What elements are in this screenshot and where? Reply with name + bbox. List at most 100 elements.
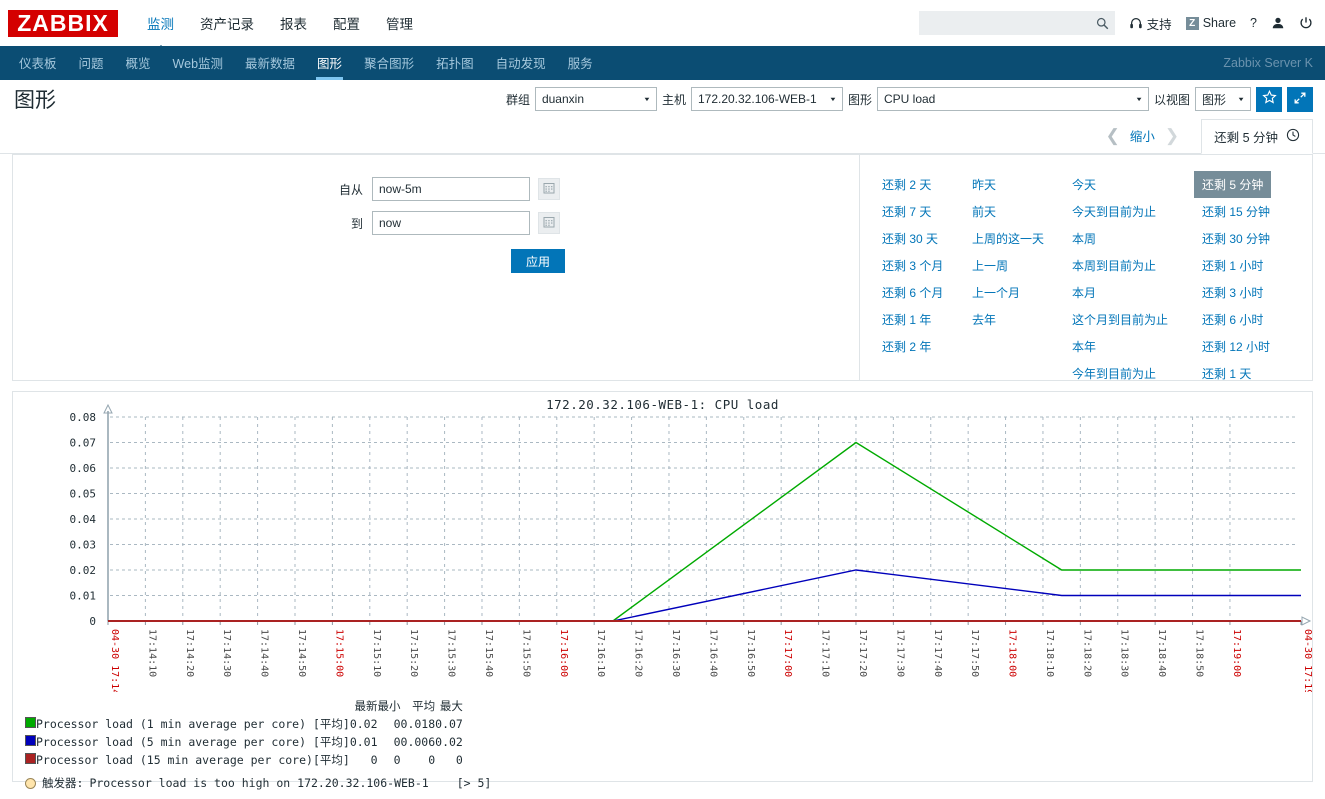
quick-range-last-2-days[interactable]: 还剩 2 天 <box>882 171 972 198</box>
from-label: 自从 <box>338 182 363 197</box>
quick-range-this-month[interactable]: 本月 <box>1072 279 1202 306</box>
subnav-item-services[interactable]: 服务 <box>557 44 604 82</box>
series-color-swatch <box>25 735 36 746</box>
quick-range-last-1-year[interactable]: 还剩 1 年 <box>882 306 972 333</box>
quick-range-column-3: 今天 今天到目前为止 本周 本周到目前为止 本月 这个月到目前为止 本年 今年到… <box>1072 171 1202 381</box>
svg-text:17:14:20: 17:14:20 <box>184 629 195 677</box>
quick-range-this-year[interactable]: 本年 <box>1072 333 1202 360</box>
quick-range-last-5-minutes[interactable]: 还剩 5 分钟 <box>1194 171 1272 198</box>
quick-range-this-day-last-week[interactable]: 上周的这一天 <box>972 225 1072 252</box>
quick-range-this-year-so-far[interactable]: 今年到目前为止 <box>1072 360 1202 387</box>
time-prev-button[interactable]: ❮ <box>1096 126 1130 146</box>
top-header: ZABBIX 监测 资产记录 报表 配置 管理 支持 Z Share ? <box>0 0 1325 53</box>
quick-range-last-12-hours[interactable]: 还剩 12 小时 <box>1202 333 1312 360</box>
host-select-label: 主机 <box>661 92 686 107</box>
chart-title: 172.20.32.106-WEB-1: CPU load <box>546 397 779 412</box>
svg-text:17:14:50: 17:14:50 <box>296 629 307 677</box>
view-as-select[interactable]: 图形 <box>1195 87 1251 111</box>
svg-text:17:18:00: 17:18:00 <box>1007 629 1018 677</box>
host-select[interactable]: 172.20.32.106-WEB-1 <box>690 87 843 111</box>
search-box[interactable] <box>918 11 1115 35</box>
time-next-button[interactable]: ❯ <box>1155 126 1189 146</box>
view-as-label: 以视图 <box>1153 92 1190 107</box>
from-calendar-button[interactable] <box>538 178 560 200</box>
time-range-tab[interactable]: 还剩 5 分钟 <box>1201 119 1313 154</box>
quick-range-this-month-so-far[interactable]: 这个月到目前为止 <box>1072 306 1202 333</box>
quick-range-day-before-yesterday[interactable]: 前天 <box>972 198 1072 225</box>
quick-range-last-7-days[interactable]: 还剩 7 天 <box>882 198 972 225</box>
main-nav-administration[interactable]: 管理 <box>373 7 426 39</box>
time-filter-form: 自从 到 应用 <box>13 155 859 380</box>
share-link[interactable]: Z Share <box>1185 16 1236 30</box>
zabbix-logo[interactable]: ZABBIX <box>8 9 118 37</box>
to-input[interactable] <box>372 211 530 235</box>
fullscreen-button[interactable] <box>1287 86 1313 112</box>
legend-series-name: Processor load (1 min average per core) <box>36 717 307 731</box>
quick-range-yesterday[interactable]: 昨天 <box>972 171 1072 198</box>
quick-range-last-6-months[interactable]: 还剩 6 个月 <box>882 279 972 306</box>
quick-range-column-1: 还剩 2 天 还剩 7 天 还剩 30 天 还剩 3 个月 还剩 6 个月 还剩… <box>882 171 972 380</box>
subnav-item-screens[interactable]: 聚合图形 <box>353 44 425 82</box>
quick-range-this-week[interactable]: 本周 <box>1072 225 1202 252</box>
quick-range-previous-week[interactable]: 上一周 <box>972 252 1072 279</box>
legend-series-min: 0 <box>393 717 401 731</box>
series-color-swatch <box>25 753 36 764</box>
legend-series-name: Processor load (15 min average per core) <box>36 753 313 767</box>
graph-select[interactable]: CPU load <box>876 87 1149 111</box>
quick-range-previous-year[interactable]: 去年 <box>972 306 1072 333</box>
subnav-item-problems[interactable]: 问题 <box>68 44 115 82</box>
quick-range-last-6-hours[interactable]: 还剩 6 小时 <box>1202 306 1312 333</box>
legend-col-agg <box>313 697 350 715</box>
svg-text:17:18:50: 17:18:50 <box>1194 629 1205 677</box>
quick-range-last-30-minutes[interactable]: 还剩 30 分钟 <box>1202 225 1312 252</box>
search-icon[interactable] <box>1096 17 1109 30</box>
main-nav-inventory[interactable]: 资产记录 <box>187 7 267 39</box>
quick-range-this-week-so-far[interactable]: 本周到目前为止 <box>1072 252 1202 279</box>
search-input[interactable] <box>926 15 1096 31</box>
server-name-label: Zabbix Server K <box>1223 56 1313 70</box>
subnav-item-overview[interactable]: 概览 <box>115 44 162 82</box>
trigger-dot-icon <box>25 777 36 789</box>
add-favorite-button[interactable] <box>1256 86 1282 112</box>
legend-series-avg: 0.006 <box>400 735 436 749</box>
quick-range-today-so-far[interactable]: 今天到目前为止 <box>1072 198 1202 225</box>
support-link[interactable]: 支持 <box>1129 14 1172 33</box>
quick-range-today[interactable]: 今天 <box>1072 171 1202 198</box>
main-nav-monitoring[interactable]: 监测 <box>134 7 187 53</box>
to-calendar-button[interactable] <box>538 212 560 234</box>
legend-series-agg: [平均] <box>312 717 350 731</box>
quick-range-last-3-months[interactable]: 还剩 3 个月 <box>882 252 972 279</box>
subnav-item-discovery[interactable]: 自动发现 <box>485 44 557 82</box>
subnav-item-latest-data[interactable]: 最新数据 <box>234 44 306 82</box>
help-link[interactable]: ? <box>1250 16 1257 30</box>
apply-button[interactable]: 应用 <box>510 249 565 273</box>
subnav-item-web[interactable]: Web监测 <box>162 44 234 82</box>
quick-range-last-15-minutes[interactable]: 还剩 15 分钟 <box>1202 198 1312 225</box>
subnav-item-maps[interactable]: 拓扑图 <box>425 44 485 82</box>
cpu-load-line-chart[interactable]: 0 0.01 0.02 0.03 0.04 0.05 0.06 0.07 0.08 04-30 1… <box>13 392 1312 692</box>
subnav-item-dashboard[interactable]: 仪表板 <box>8 44 68 82</box>
quick-range-last-1-day[interactable]: 还剩 1 天 <box>1202 360 1312 387</box>
series-color-swatch <box>25 717 36 728</box>
headset-icon <box>1129 16 1143 30</box>
main-nav-reports[interactable]: 报表 <box>267 7 320 39</box>
subnav-item-graphs[interactable]: 图形 <box>306 44 353 82</box>
star-icon <box>1261 89 1277 108</box>
svg-text:0: 0 <box>89 615 96 628</box>
legend-series-max: 0 <box>455 753 463 767</box>
sign-out-icon[interactable] <box>1299 16 1313 30</box>
legend-col-max: 最大 <box>439 699 463 713</box>
main-nav-configuration[interactable]: 配置 <box>320 7 373 39</box>
quick-range-last-1-hour[interactable]: 还剩 1 小时 <box>1202 252 1312 279</box>
from-input[interactable] <box>372 177 530 201</box>
zoom-out-button[interactable]: 缩小 <box>1130 126 1155 145</box>
legend-row: Processor load (1 min average per core) … <box>25 715 463 733</box>
quick-range-last-30-days[interactable]: 还剩 30 天 <box>882 225 972 252</box>
quick-range-previous-month[interactable]: 上一个月 <box>972 279 1072 306</box>
user-profile-icon[interactable] <box>1271 16 1285 30</box>
quick-range-last-3-hours[interactable]: 还剩 3 小时 <box>1202 279 1312 306</box>
chart-area[interactable]: 172.20.32.106-WEB-1: CPU load 0 0.01 0.02 0… <box>13 392 1313 692</box>
quick-range-last-2-years[interactable]: 还剩 2 年 <box>882 333 972 360</box>
svg-text:0.01: 0.01 <box>70 590 97 603</box>
group-select[interactable]: duanxin <box>534 87 657 111</box>
